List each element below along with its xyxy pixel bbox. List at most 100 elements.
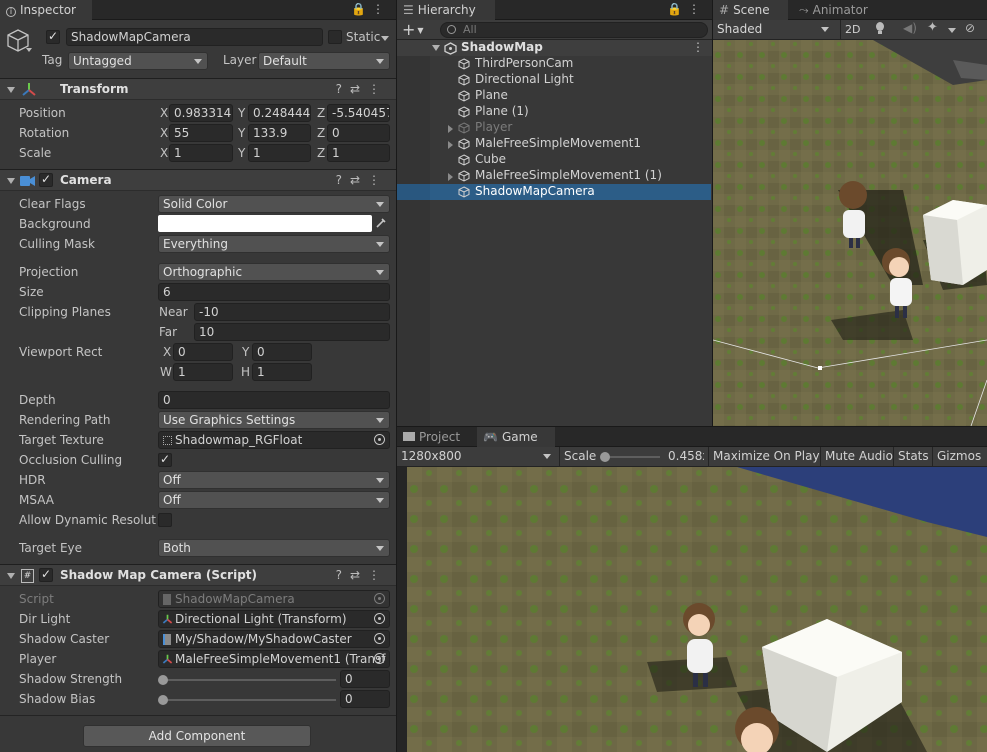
shadow-strength-slider[interactable] bbox=[158, 670, 338, 690]
layer-dropdown[interactable]: Default bbox=[258, 52, 390, 70]
position-x-field[interactable]: 0.983314 bbox=[169, 104, 233, 122]
static-dropdown-icon[interactable] bbox=[381, 36, 389, 41]
more-icon[interactable]: ⋮ bbox=[368, 82, 388, 96]
player-field[interactable]: MaleFreeSimpleMovement1 (Transf bbox=[158, 650, 390, 668]
culling-mask-dropdown[interactable]: Everything bbox=[158, 235, 390, 253]
more-icon[interactable]: ⋮ bbox=[692, 40, 704, 54]
hierarchy-item[interactable]: MaleFreeSimpleMovement1 (1) bbox=[397, 168, 711, 184]
position-z-field[interactable]: -5.540457 bbox=[327, 104, 390, 122]
dynamic-resolution-checkbox[interactable] bbox=[158, 513, 172, 527]
viewport-h-field[interactable]: 1 bbox=[252, 363, 312, 381]
hierarchy-item[interactable]: Player bbox=[397, 120, 711, 136]
shadow-caster-field[interactable]: My/Shadow/MyShadowCaster bbox=[158, 630, 390, 648]
lock-icon[interactable]: 🔒 bbox=[351, 2, 372, 16]
preset-icon[interactable]: ⇄ bbox=[350, 568, 368, 582]
far-field[interactable]: 10 bbox=[194, 323, 390, 341]
help-icon[interactable]: ? bbox=[336, 173, 350, 187]
tag-dropdown[interactable]: Untagged bbox=[68, 52, 208, 70]
lighting-icon[interactable] bbox=[873, 21, 887, 35]
occlusion-culling-checkbox[interactable] bbox=[158, 452, 172, 467]
script-header[interactable]: # Shadow Map Camera (Script) ?⇄⋮ bbox=[0, 564, 396, 586]
script-enabled-checkbox[interactable] bbox=[39, 567, 53, 582]
msaa-dropdown[interactable]: Off bbox=[158, 491, 390, 509]
panel-divider-vertical[interactable] bbox=[396, 0, 397, 752]
object-picker-icon[interactable] bbox=[374, 613, 385, 624]
scale-z-field[interactable]: 1 bbox=[327, 144, 390, 162]
hierarchy-search-input[interactable]: All bbox=[440, 22, 708, 38]
tab-project[interactable]: Project bbox=[397, 427, 475, 448]
scale-x-field[interactable]: 1 bbox=[169, 144, 233, 162]
clear-flags-dropdown[interactable]: Solid Color bbox=[158, 195, 390, 213]
static-checkbox[interactable] bbox=[328, 30, 342, 44]
hierarchy-item[interactable]: MaleFreeSimpleMovement1 bbox=[397, 136, 711, 152]
rotation-x-field[interactable]: 55 bbox=[169, 124, 233, 142]
camera-enabled-checkbox[interactable] bbox=[39, 172, 53, 187]
object-picker-icon[interactable] bbox=[374, 653, 385, 664]
eyedropper-icon[interactable] bbox=[375, 217, 387, 229]
hidden-objects-icon[interactable]: ⊘ bbox=[965, 21, 975, 35]
hierarchy-item[interactable]: ShadowMapCamera bbox=[397, 184, 711, 200]
help-icon[interactable]: ? bbox=[336, 82, 350, 96]
object-name-field[interactable]: ShadowMapCamera bbox=[66, 28, 323, 46]
scale-slider[interactable] bbox=[600, 447, 662, 467]
panel-divider-horizontal[interactable] bbox=[397, 426, 987, 427]
dir-light-field[interactable]: Directional Light (Transform) bbox=[158, 610, 390, 628]
hdr-dropdown[interactable]: Off bbox=[158, 471, 390, 489]
more-icon[interactable]: ⋮ bbox=[368, 173, 388, 187]
create-button[interactable]: + ▼ bbox=[402, 20, 424, 39]
lock-menu-icons[interactable]: 🔒⋮ bbox=[667, 2, 706, 16]
rotation-y-field[interactable]: 133.9 bbox=[248, 124, 311, 142]
hierarchy-item[interactable]: Plane bbox=[397, 88, 711, 104]
add-component-button[interactable]: Add Component bbox=[83, 725, 311, 747]
more-icon[interactable]: ⋮ bbox=[372, 2, 390, 16]
fold-arrow-icon[interactable] bbox=[7, 87, 15, 93]
shading-mode-dropdown[interactable]: Shaded bbox=[713, 20, 833, 40]
object-picker-icon[interactable] bbox=[374, 434, 385, 445]
fold-arrow-icon[interactable] bbox=[448, 173, 453, 181]
mute-audio-button[interactable]: Mute Audio bbox=[820, 447, 897, 466]
rotation-z-field[interactable]: 0 bbox=[327, 124, 390, 142]
resolution-dropdown[interactable]: 1280x800 bbox=[397, 447, 557, 467]
tab-animator[interactable]: ⤳ Animator bbox=[793, 0, 883, 21]
position-y-field[interactable]: 0.248444 bbox=[248, 104, 311, 122]
component-header-icons[interactable]: ?⇄⋮ bbox=[336, 173, 388, 187]
maximize-on-play-button[interactable]: Maximize On Play bbox=[708, 447, 824, 466]
near-field[interactable]: -10 bbox=[194, 303, 390, 321]
slider-knob[interactable] bbox=[158, 675, 168, 685]
object-picker-icon[interactable] bbox=[374, 633, 385, 644]
camera-header[interactable]: Camera ?⇄⋮ bbox=[0, 169, 396, 191]
stats-button[interactable]: Stats bbox=[893, 447, 933, 466]
size-field[interactable]: 6 bbox=[158, 283, 390, 301]
fold-arrow-icon[interactable] bbox=[448, 141, 453, 149]
panel-divider-vertical[interactable] bbox=[712, 0, 713, 426]
gameobject-icon-dropdown[interactable] bbox=[26, 48, 32, 52]
lock-menu-icons[interactable]: 🔒⋮ bbox=[351, 2, 390, 16]
shadow-strength-field[interactable]: 0 bbox=[340, 670, 390, 688]
effects-icon[interactable]: ✦ bbox=[927, 20, 938, 35]
tab-game[interactable]: 🎮 Game bbox=[477, 427, 555, 448]
fold-arrow-icon[interactable] bbox=[7, 573, 15, 579]
scene-row[interactable]: ShadowMap ⋮ bbox=[397, 40, 712, 56]
target-eye-dropdown[interactable]: Both bbox=[158, 539, 390, 557]
more-icon[interactable]: ⋮ bbox=[688, 2, 706, 16]
active-checkbox[interactable] bbox=[46, 29, 60, 44]
tab-hierarchy[interactable]: ☰ Hierarchy bbox=[397, 0, 495, 21]
preset-icon[interactable]: ⇄ bbox=[350, 173, 368, 187]
shadow-bias-slider[interactable] bbox=[158, 690, 338, 710]
fold-arrow-icon[interactable] bbox=[448, 125, 453, 133]
tab-inspector[interactable]: i Inspector bbox=[0, 0, 92, 21]
toggle-2d-button[interactable]: 2D bbox=[840, 20, 866, 40]
gizmos-button[interactable]: Gizmos bbox=[932, 447, 985, 466]
scale-y-field[interactable]: 1 bbox=[248, 144, 311, 162]
depth-field[interactable]: 0 bbox=[158, 391, 390, 409]
preset-icon[interactable]: ⇄ bbox=[350, 82, 368, 96]
game-viewport[interactable] bbox=[407, 467, 987, 752]
hierarchy-item[interactable]: Cube bbox=[397, 152, 711, 168]
rendering-path-dropdown[interactable]: Use Graphics Settings bbox=[158, 411, 390, 429]
component-header-icons[interactable]: ?⇄⋮ bbox=[336, 82, 388, 96]
more-icon[interactable]: ⋮ bbox=[368, 568, 388, 582]
transform-header[interactable]: Transform ?⇄⋮ bbox=[0, 78, 396, 100]
audio-icon[interactable]: ◀) bbox=[903, 21, 917, 35]
fold-arrow-icon[interactable] bbox=[7, 178, 15, 184]
chevron-down-icon[interactable] bbox=[948, 28, 956, 33]
